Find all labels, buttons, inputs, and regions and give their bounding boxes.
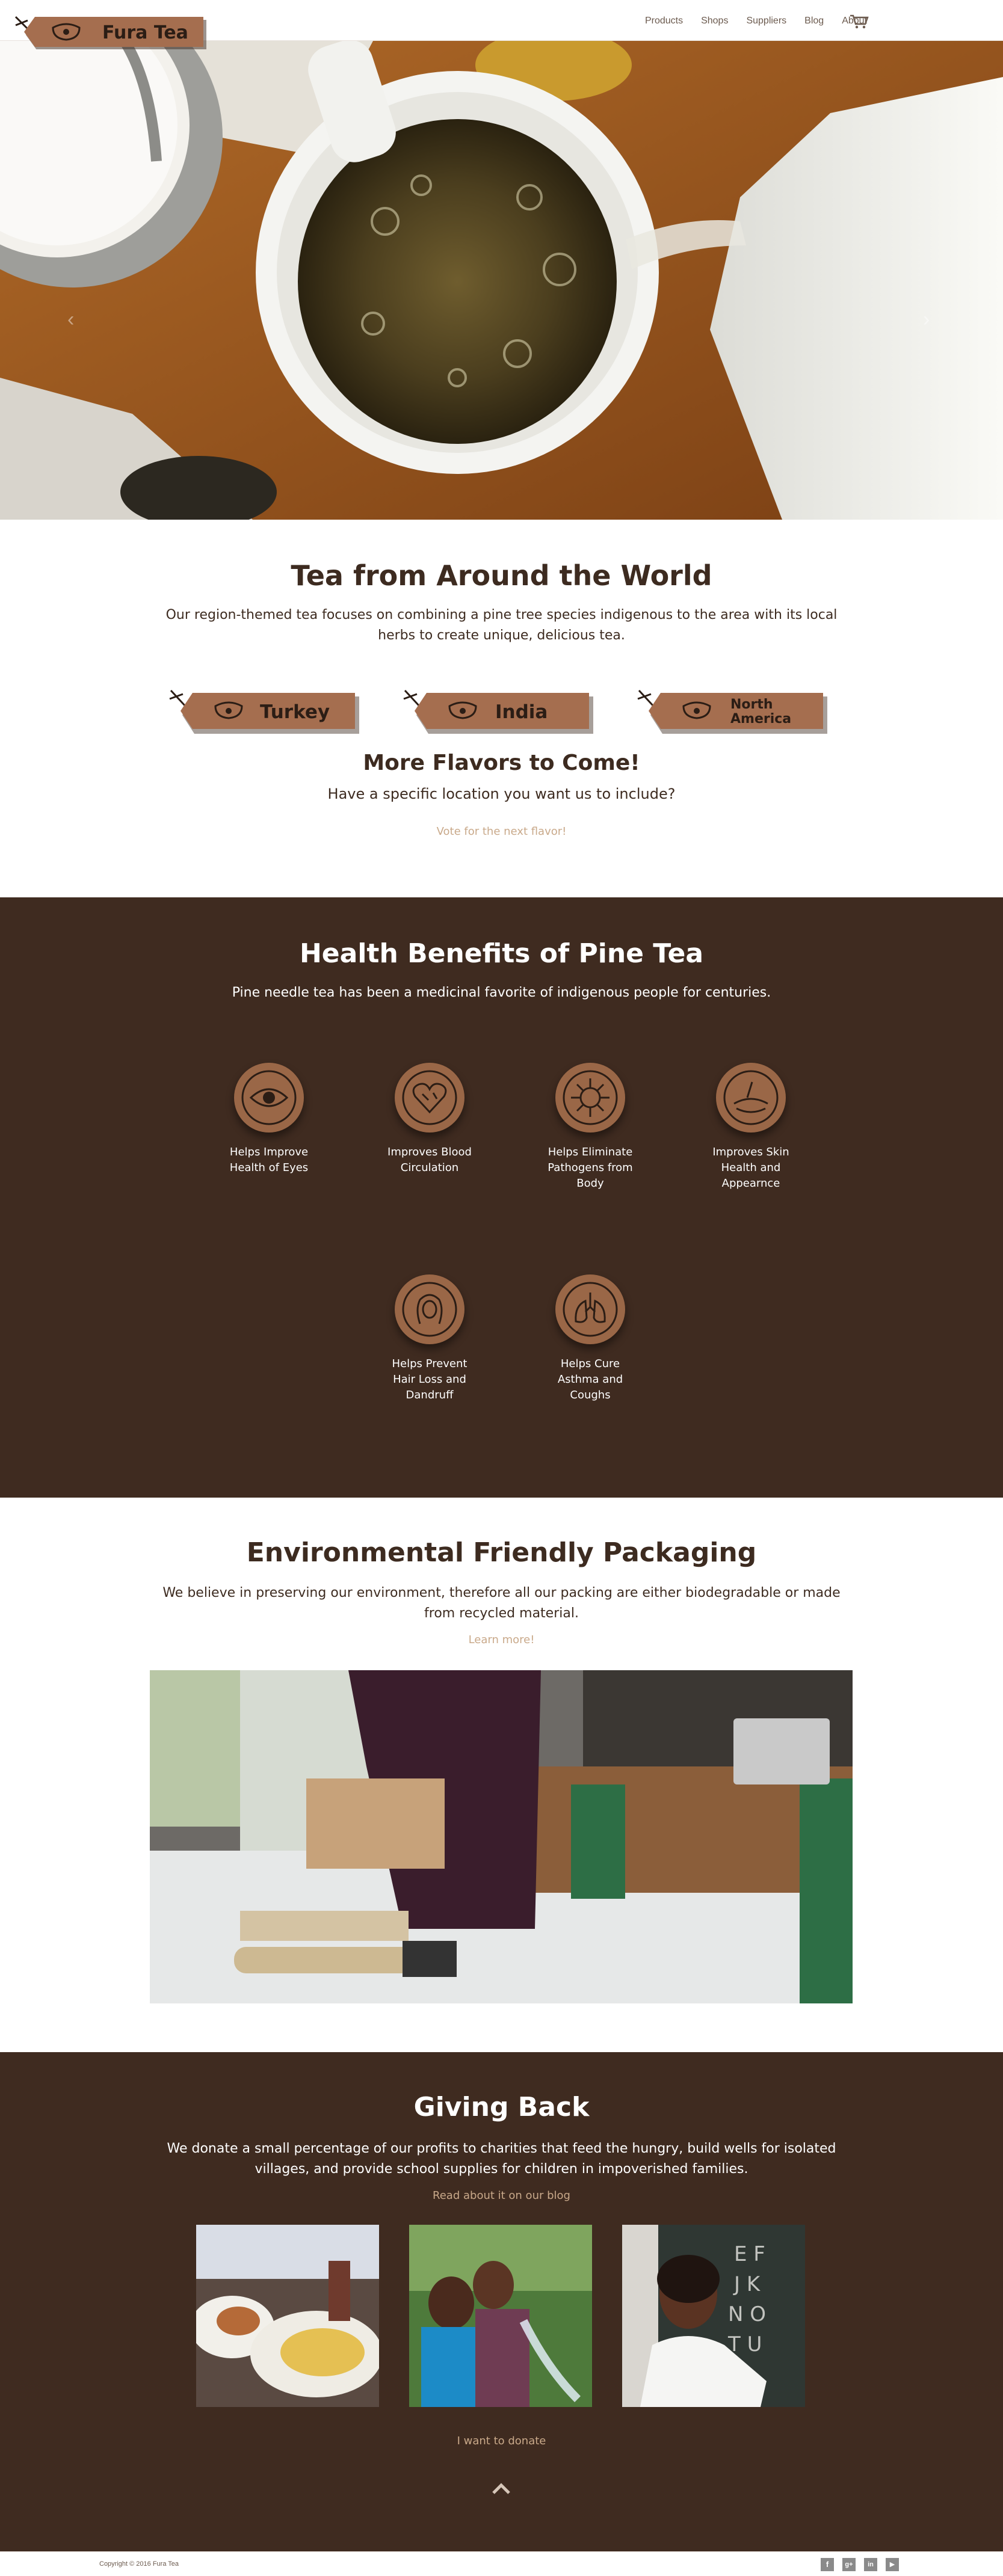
benefit-eyes: Helps Improve Health of Eyes — [203, 1063, 335, 1176]
heart-icon — [402, 1070, 457, 1125]
svg-text:J K: J K — [733, 2272, 761, 2296]
blog-link[interactable]: Read about it on our blog — [0, 2189, 1003, 2202]
more-flavors-title: More Flavors to Come! — [363, 751, 640, 775]
benefit-pathogens: Helps Eliminate Pathogens from Body — [524, 1063, 656, 1191]
youtube-icon[interactable]: ▶ — [886, 2558, 899, 2571]
giving-text: We donate a small percentage of our prof… — [167, 2141, 836, 2177]
hero-carousel: ‹ › — [0, 41, 1003, 520]
learn-more-link[interactable]: Learn more! — [0, 1634, 1003, 1646]
googleplus-icon[interactable]: g+ — [842, 2558, 856, 2571]
main-menu: Products Shops Suppliers Blog About — [645, 16, 867, 26]
health-title: Health Benefits of Pine Tea — [299, 938, 704, 969]
copyright-text: Copyright © 2016 Fura Tea — [99, 2560, 179, 2568]
packaging-text: We believe in preserving our environment… — [162, 1585, 841, 1621]
benefit-hair: Helps Prevent Hair Loss and Dandruff — [363, 1274, 496, 1403]
facebook-icon[interactable]: f — [821, 2558, 834, 2571]
charity-photo-school: E F J K N O T U — [622, 2225, 805, 2407]
flavor-tag-turkey[interactable]: Turkey — [167, 686, 360, 734]
footer: Copyright © 2016 Fura Tea f g+ in ▶ — [0, 2551, 1003, 2576]
cart-icon[interactable] — [850, 14, 869, 29]
world-title: Tea from Around the World — [291, 559, 712, 592]
svg-text:E F: E F — [734, 2242, 765, 2266]
charity-photo-well — [409, 2225, 592, 2407]
brand-logo[interactable]: Fura Tea — [13, 13, 207, 49]
svg-text:N O: N O — [728, 2302, 766, 2326]
charity-photo-food — [196, 2225, 379, 2407]
nav-products[interactable]: Products — [645, 16, 683, 26]
svg-text:North: North — [730, 697, 773, 712]
eye-icon — [241, 1070, 297, 1125]
benefit-asthma: Helps Cure Asthma and Coughs — [524, 1274, 656, 1403]
svg-text:India: India — [495, 701, 548, 723]
flavor-tag-north-america[interactable]: North America — [635, 686, 828, 734]
health-text: Pine needle tea has been a medicinal fav… — [232, 985, 771, 1000]
svg-text:America: America — [730, 712, 791, 727]
skin-icon — [723, 1070, 779, 1125]
more-flavors-text: Have a specific location you want us to … — [327, 785, 676, 802]
benefit-blood: Improves Blood Circulation — [363, 1063, 496, 1176]
world-text: Our region-themed tea focuses on combini… — [165, 607, 838, 643]
carousel-next-button[interactable]: › — [923, 308, 930, 331]
donate-link[interactable]: I want to donate — [0, 2435, 1003, 2447]
giving-title: Giving Back — [413, 2092, 590, 2123]
top-navbar: Fura Tea Products Shops Suppliers Blog A… — [0, 0, 1003, 49]
linkedin-icon[interactable]: in — [864, 2558, 877, 2571]
benefit-skin: Improves Skin Health and Appearnce — [685, 1063, 817, 1191]
hero-image — [0, 41, 1003, 520]
carousel-prev-button[interactable]: ‹ — [67, 308, 74, 331]
flavor-tag-india[interactable]: India — [401, 686, 594, 734]
back-to-top-icon[interactable] — [492, 2482, 511, 2495]
lungs-icon — [563, 1282, 618, 1337]
svg-text:Fura Tea: Fura Tea — [102, 22, 188, 43]
svg-text:Turkey: Turkey — [260, 701, 330, 723]
vote-link[interactable]: Vote for the next flavor! — [0, 825, 1003, 838]
packaging-title: Environmental Friendly Packaging — [246, 1537, 757, 1568]
nav-suppliers[interactable]: Suppliers — [746, 16, 786, 26]
virus-icon — [563, 1070, 618, 1125]
nav-blog[interactable]: Blog — [804, 16, 824, 26]
nav-shops[interactable]: Shops — [701, 16, 728, 26]
packaging-photo — [150, 1670, 853, 2003]
hair-icon — [402, 1282, 457, 1337]
